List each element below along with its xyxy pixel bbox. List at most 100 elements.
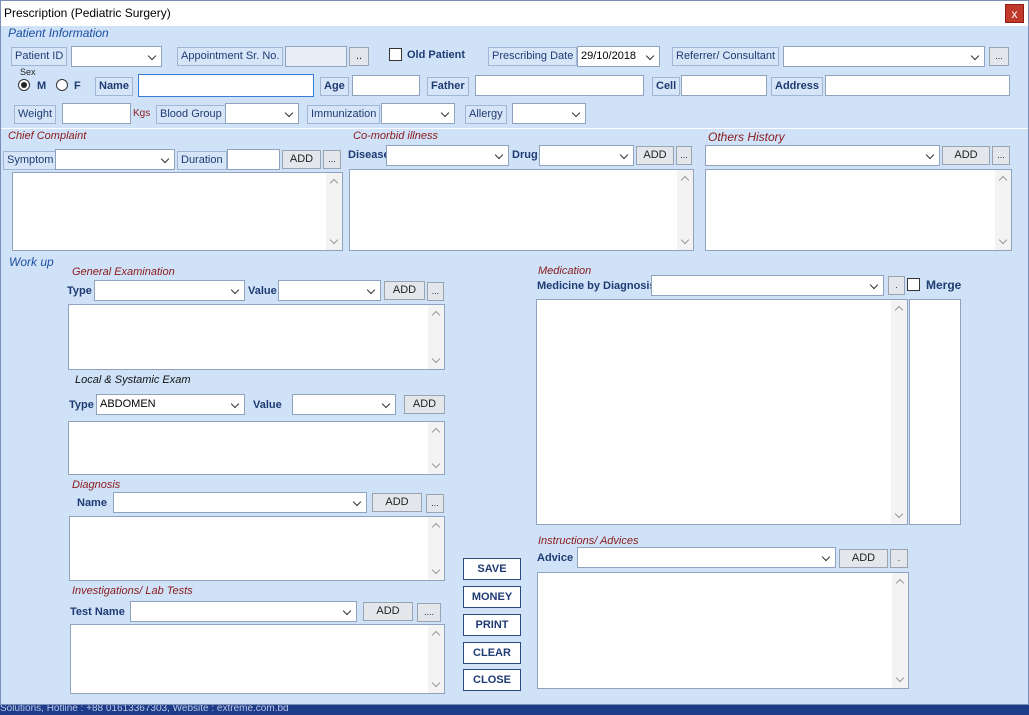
- cell-input[interactable]: [681, 75, 767, 96]
- investigation-more-button[interactable]: ....: [417, 603, 441, 622]
- patient-id-label: Patient ID: [11, 47, 68, 66]
- money-button[interactable]: MONEY: [463, 586, 521, 608]
- workup-heading: Work up: [9, 255, 54, 269]
- drug-select[interactable]: [539, 145, 634, 166]
- local-exam-textarea[interactable]: [68, 421, 445, 475]
- scrollbar[interactable]: [892, 573, 908, 688]
- blood-group-select[interactable]: [225, 103, 299, 124]
- allergy-select[interactable]: [512, 103, 586, 124]
- scrollbar[interactable]: [428, 625, 444, 693]
- immunization-select[interactable]: [381, 103, 455, 124]
- local-value-select[interactable]: [292, 394, 396, 415]
- status-text: Solutions, Hotline : +88 01613367303, We…: [0, 705, 289, 714]
- test-name-select[interactable]: [130, 601, 357, 622]
- comorbid-more-button[interactable]: ...: [676, 146, 692, 165]
- name-input[interactable]: [138, 74, 314, 97]
- others-history-add-button[interactable]: ADD: [942, 146, 990, 165]
- comorbid-add-button[interactable]: ADD: [636, 146, 674, 165]
- name-label: Name: [95, 77, 133, 96]
- medication-textarea[interactable]: [536, 299, 908, 525]
- prescribing-date-picker[interactable]: 29/10/2018: [577, 46, 660, 67]
- diagnosis-more-button[interactable]: ...: [426, 494, 444, 513]
- scrollbar[interactable]: [677, 170, 693, 250]
- comorbid-textarea[interactable]: [349, 169, 694, 251]
- advice-more-button[interactable]: .: [890, 549, 908, 568]
- sex-female-radio[interactable]: [56, 79, 68, 91]
- close-window-button[interactable]: x: [1005, 4, 1024, 23]
- instructions-textarea[interactable]: [537, 572, 909, 689]
- sex-female-label: F: [74, 80, 81, 92]
- advice-select[interactable]: [577, 547, 836, 568]
- medication-heading: Medication: [538, 265, 592, 277]
- address-input[interactable]: [825, 75, 1010, 96]
- medicine-more-button[interactable]: .: [888, 276, 905, 295]
- weight-input[interactable]: [62, 103, 131, 124]
- disease-select[interactable]: [386, 145, 509, 166]
- general-add-button[interactable]: ADD: [384, 281, 425, 300]
- father-input[interactable]: [475, 75, 644, 96]
- appointment-field[interactable]: [285, 46, 347, 67]
- local-add-button[interactable]: ADD: [404, 395, 445, 414]
- weight-unit: Kgs: [133, 108, 151, 119]
- window-title: Prescription (Pediatric Surgery): [4, 6, 171, 20]
- symptom-add-button[interactable]: ADD: [282, 150, 321, 169]
- advice-add-button[interactable]: ADD: [839, 549, 888, 568]
- general-value-select[interactable]: [278, 280, 381, 301]
- general-exam-textarea[interactable]: [68, 304, 445, 370]
- local-value-label: Value: [253, 399, 282, 411]
- investigation-add-button[interactable]: ADD: [363, 602, 413, 621]
- scrollbar[interactable]: [326, 173, 342, 250]
- general-more-button[interactable]: ...: [427, 282, 444, 301]
- referrer-label: Referrer/ Consultant: [672, 47, 780, 66]
- referrer-select[interactable]: [783, 46, 985, 67]
- save-button[interactable]: SAVE: [463, 558, 521, 580]
- immunization-label: Immunization: [307, 105, 381, 124]
- scrollbar[interactable]: [428, 517, 444, 580]
- scrollbar[interactable]: [995, 170, 1011, 250]
- general-type-label: Type: [67, 285, 92, 297]
- instructions-heading: Instructions/ Advices: [538, 535, 639, 547]
- scrollbar[interactable]: [428, 305, 444, 369]
- advice-label: Advice: [537, 552, 574, 564]
- medication-side-list[interactable]: [909, 299, 961, 525]
- scrollbar[interactable]: [891, 300, 907, 524]
- general-value-label: Value: [248, 285, 277, 297]
- print-button[interactable]: PRINT: [463, 614, 521, 636]
- medicine-by-diagnosis-label: Medicine by Diagnosis: [537, 280, 656, 292]
- investigations-textarea[interactable]: [70, 624, 445, 694]
- close-button[interactable]: CLOSE: [463, 669, 521, 691]
- sex-male-radio[interactable]: [18, 79, 30, 91]
- others-history-more-button[interactable]: ...: [992, 146, 1010, 165]
- patient-id-select[interactable]: [71, 46, 162, 67]
- general-type-select[interactable]: [94, 280, 245, 301]
- local-type-value: ABDOMEN: [100, 398, 156, 410]
- local-type-select[interactable]: ABDOMEN: [96, 394, 245, 415]
- address-label: Address: [771, 77, 824, 96]
- diagnosis-select[interactable]: [113, 492, 367, 513]
- appointment-browse-button[interactable]: ..: [349, 47, 369, 66]
- chief-complaint-heading: Chief Complaint: [8, 130, 87, 142]
- age-input[interactable]: [352, 75, 420, 96]
- general-exam-heading: General Examination: [72, 266, 175, 278]
- medicine-select[interactable]: [651, 275, 884, 296]
- status-bar: Solutions, Hotline : +88 01613367303, We…: [0, 705, 1029, 715]
- duration-input[interactable]: [227, 149, 280, 170]
- clear-button[interactable]: CLEAR: [463, 642, 521, 664]
- others-history-textarea[interactable]: [705, 169, 1012, 251]
- investigations-heading: Investigations/ Lab Tests: [72, 585, 193, 597]
- diagnosis-textarea[interactable]: [69, 516, 445, 581]
- scrollbar[interactable]: [428, 422, 444, 474]
- others-history-select[interactable]: [705, 145, 940, 166]
- merge-checkbox[interactable]: [907, 278, 920, 291]
- chief-complaint-textarea[interactable]: [12, 172, 343, 251]
- diagnosis-add-button[interactable]: ADD: [372, 493, 422, 512]
- symptom-select[interactable]: [55, 149, 175, 170]
- patient-information-heading: Patient Information: [8, 26, 109, 40]
- others-history-heading: Others History: [708, 130, 785, 144]
- old-patient-checkbox[interactable]: [389, 48, 402, 61]
- father-label: Father: [427, 77, 469, 96]
- weight-label: Weight: [14, 105, 57, 124]
- diagnosis-heading: Diagnosis: [72, 479, 121, 491]
- referrer-more-button[interactable]: ...: [989, 47, 1009, 66]
- symptom-more-button[interactable]: ...: [323, 150, 341, 169]
